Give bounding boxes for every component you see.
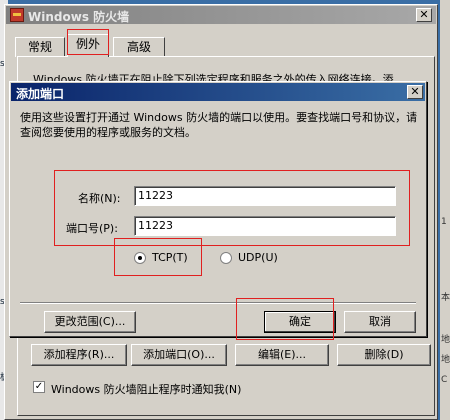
cancel-button[interactable]: 取消	[344, 311, 416, 333]
tab-exceptions[interactable]: 例外	[67, 34, 109, 57]
port-label: 端口号(P):	[66, 222, 118, 235]
firewall-window-title: Windows 防火墙	[28, 10, 130, 24]
desktop-right-mark: C	[441, 375, 448, 385]
add-program-button[interactable]: 添加程序(R)...	[31, 344, 127, 366]
change-scope-button[interactable]: 更改范围(C)...	[44, 311, 136, 333]
notify-checkbox[interactable]: ✓	[33, 381, 45, 393]
edit-button[interactable]: 编辑(E)...	[235, 344, 329, 366]
desktop-right-mark: 地	[441, 335, 450, 345]
desktop-right-mark: 1	[441, 217, 447, 227]
notify-checkbox-label[interactable]: Windows 防火墙阻止程序时通知我(N)	[51, 381, 241, 397]
add-port-dialog-title: 添加端口	[16, 87, 65, 101]
tab-advanced[interactable]: 高级	[113, 37, 165, 57]
add-port-button[interactable]: 添加端口(O)...	[131, 344, 227, 366]
radio-selected-dot	[138, 256, 142, 260]
ok-button[interactable]: 确定	[264, 311, 336, 333]
add-port-description: 使用这些设置打开通过 Windows 防火墙的端口以使用。要查找端口号和协议，请…	[20, 111, 418, 139]
tab-advanced-label: 高级	[126, 40, 151, 54]
firewall-window-close-button[interactable]: ✕	[416, 8, 432, 22]
delete-button[interactable]: 删除(D)	[337, 344, 431, 366]
add-port-dialog-close-button[interactable]: ✕	[407, 85, 423, 99]
desktop-right-mark: 本	[441, 293, 450, 303]
tab-general[interactable]: 常规	[15, 37, 65, 57]
add-port-dialog: 添加端口 ✕ 使用这些设置打开通过 Windows 防火墙的端口以使用。要查找端…	[9, 81, 427, 340]
name-label: 名称(N):	[78, 192, 121, 205]
udp-radio-label[interactable]: UDP(U)	[238, 251, 278, 264]
close-icon: ✕	[419, 8, 429, 21]
tab-general-label: 常规	[27, 40, 52, 54]
close-icon: ✕	[410, 85, 420, 98]
desktop-right-edge: 1 本 地 地 C	[440, 0, 450, 420]
add-port-dialog-titlebar[interactable]: 添加端口 ✕	[11, 83, 425, 101]
name-input[interactable]: 11223	[134, 186, 396, 206]
firewall-icon	[10, 8, 24, 22]
desktop-right-mark: 地	[441, 355, 450, 365]
firewall-window: Windows 防火墙 ✕ 常规 例外 高级 Windows 防火墙正在阻止除下…	[4, 4, 438, 420]
tcp-radio-label[interactable]: TCP(T)	[152, 251, 188, 264]
port-input[interactable]: 11223	[134, 216, 396, 236]
tcp-radio[interactable]	[134, 252, 146, 264]
dialog-separator	[20, 302, 416, 304]
udp-radio[interactable]	[220, 252, 232, 264]
checkmark-icon: ✓	[34, 381, 44, 392]
firewall-window-titlebar[interactable]: Windows 防火墙 ✕	[6, 6, 436, 24]
tab-exceptions-label: 例外	[75, 37, 100, 51]
